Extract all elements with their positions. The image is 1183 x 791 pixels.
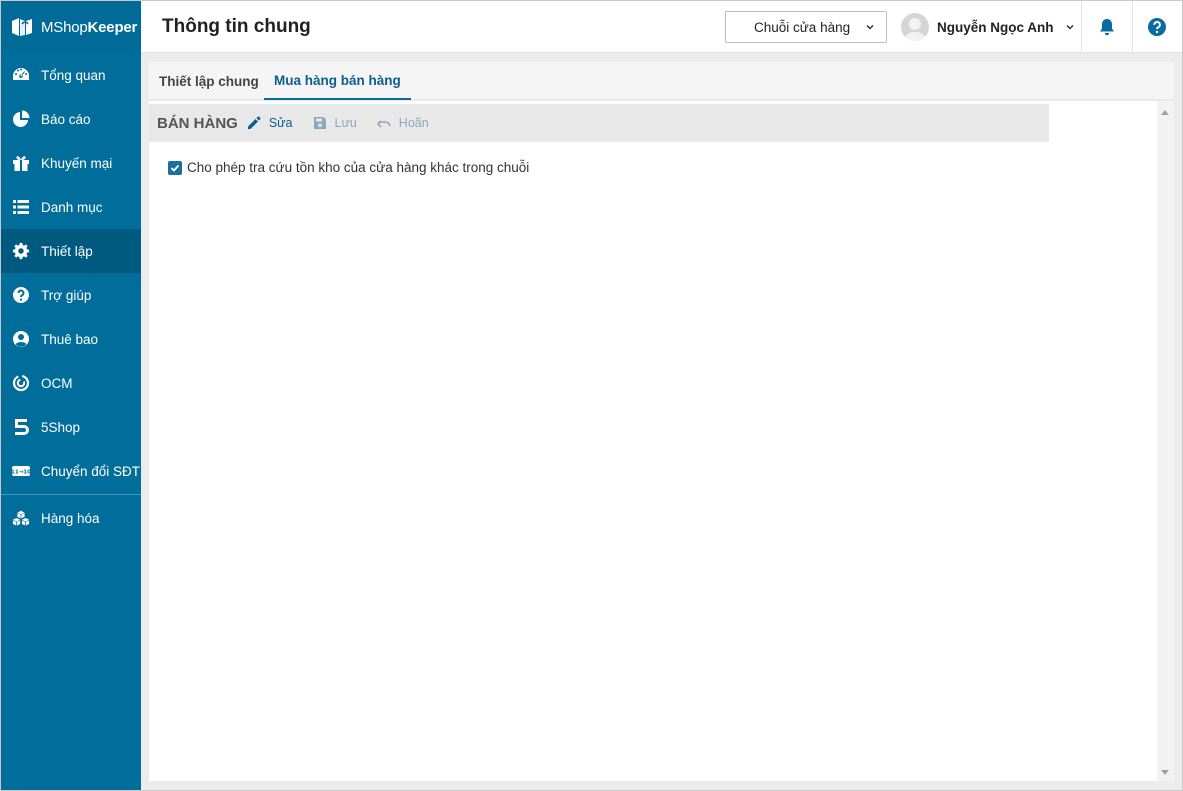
sidebar-item-ocm[interactable]: OCM <box>1 361 141 405</box>
sidebar-item-hang-hoa[interactable]: Hàng hóa <box>1 496 141 540</box>
header-separator <box>1132 1 1133 53</box>
5shop-icon <box>11 417 31 437</box>
svg-text:11→10: 11→10 <box>12 469 30 475</box>
sidebar-divider <box>1 494 141 495</box>
cancel-button[interactable]: Hoãn <box>376 116 429 130</box>
vertical-scrollbar[interactable] <box>1157 101 1174 781</box>
sidebar-item-label: Chuyển đổi SĐT <box>41 463 141 479</box>
app-logo[interactable]: MShopKeeper <box>1 1 141 53</box>
sidebar-item-label: Khuyến mại <box>41 155 113 171</box>
chevron-down-icon <box>866 24 874 30</box>
chevron-down-icon <box>1065 24 1074 30</box>
user-name: Nguyễn Ngọc Anh <box>937 19 1054 35</box>
sidebar-item-label: 5Shop <box>41 419 81 435</box>
floppy-disk-icon <box>313 117 326 129</box>
header-separator <box>1081 1 1082 53</box>
sidebar-item-khuyen-mai[interactable]: Khuyến mại <box>1 141 141 185</box>
top-header: Thông tin chung Chuỗi cửa hàng Nguyễn Ng… <box>141 1 1182 53</box>
pencil-icon <box>247 116 261 129</box>
cancel-label: Hoãn <box>398 116 429 130</box>
tab-bar: Thiết lập chung Mua hàng bán hàng <box>149 62 1174 100</box>
sidebar-item-danh-muc[interactable]: Danh mục <box>1 185 141 229</box>
scroll-up-arrow[interactable] <box>1161 110 1169 115</box>
undo-icon <box>376 120 391 128</box>
edit-label: Sửa <box>268 116 293 130</box>
sidebar-item-label: OCM <box>41 375 73 391</box>
page-title: Thông tin chung <box>162 16 311 37</box>
option-label: Cho phép tra cứu tồn kho của cửa hàng kh… <box>187 160 530 175</box>
sidebar-item-label: Tổng quan <box>41 67 106 83</box>
allow-chain-stock-lookup-option[interactable]: Cho phép tra cứu tồn kho của cửa hàng kh… <box>168 160 529 175</box>
pie-chart-icon <box>11 109 31 129</box>
gear-icon <box>11 241 31 261</box>
sidebar-item-chuyen-doi-sdt[interactable]: 11→10 Chuyển đổi SĐT <box>1 449 141 493</box>
sidebar-item-5shop[interactable]: 5Shop <box>1 405 141 449</box>
sidebar-item-bao-cao[interactable]: Báo cáo <box>1 97 141 141</box>
sidebar-item-label: Danh mục <box>41 199 103 215</box>
user-menu[interactable]: Nguyễn Ngọc Anh <box>901 12 1076 42</box>
help-icon[interactable] <box>1147 17 1167 37</box>
question-icon <box>11 285 31 305</box>
tab-mua-hang-ban-hang[interactable]: Mua hàng bán hàng <box>264 62 411 100</box>
scroll-down-arrow[interactable] <box>1161 770 1169 775</box>
section-title: BÁN HÀNG <box>157 114 238 132</box>
store-chain-value: Chuỗi cửa hàng <box>754 19 851 35</box>
bell-icon[interactable] <box>1097 17 1117 37</box>
checkmark-icon <box>170 164 180 172</box>
sidebar-item-thiet-lap[interactable]: Thiết lập <box>1 229 141 273</box>
shopping-bag-icon <box>12 18 32 36</box>
store-chain-dropdown[interactable]: Chuỗi cửa hàng <box>725 11 887 43</box>
sidebar-item-label: Trợ giúp <box>41 287 92 303</box>
dashboard-icon <box>11 65 31 85</box>
settings-panel <box>149 101 1157 781</box>
gift-icon <box>11 153 31 173</box>
sidebar-item-tong-quan[interactable]: Tổng quan <box>1 53 141 97</box>
edit-button[interactable]: Sửa <box>247 116 293 130</box>
save-label: Lưu <box>334 116 357 130</box>
sidebar-item-label: Báo cáo <box>41 111 91 127</box>
allow-chain-stock-lookup-checkbox[interactable] <box>168 160 182 175</box>
save-button[interactable]: Lưu <box>313 116 357 130</box>
sidebar-item-label: Thuê bao <box>41 331 99 347</box>
sidebar-item-label: Hàng hóa <box>41 510 100 526</box>
logo-text: MShopKeeper <box>41 18 138 36</box>
sidebar-item-label: Thiết lập <box>41 243 93 259</box>
boxes-icon <box>11 508 31 528</box>
sidebar-item-thue-bao[interactable]: Thuê bao <box>1 317 141 361</box>
sidebar: MShopKeeper Tổng quan Báo cáo Khuyến mại… <box>1 1 141 790</box>
phone-convert-icon: 11→10 <box>11 461 31 481</box>
section-toolbar: BÁN HÀNG Sửa Lưu Hoãn <box>149 104 1049 142</box>
tab-thiet-lap-chung[interactable]: Thiết lập chung <box>159 62 259 100</box>
sidebar-item-tro-giup[interactable]: Trợ giúp <box>1 273 141 317</box>
user-circle-icon <box>11 329 31 349</box>
list-icon <box>11 197 31 217</box>
ocm-icon <box>11 373 31 393</box>
avatar <box>901 13 929 41</box>
